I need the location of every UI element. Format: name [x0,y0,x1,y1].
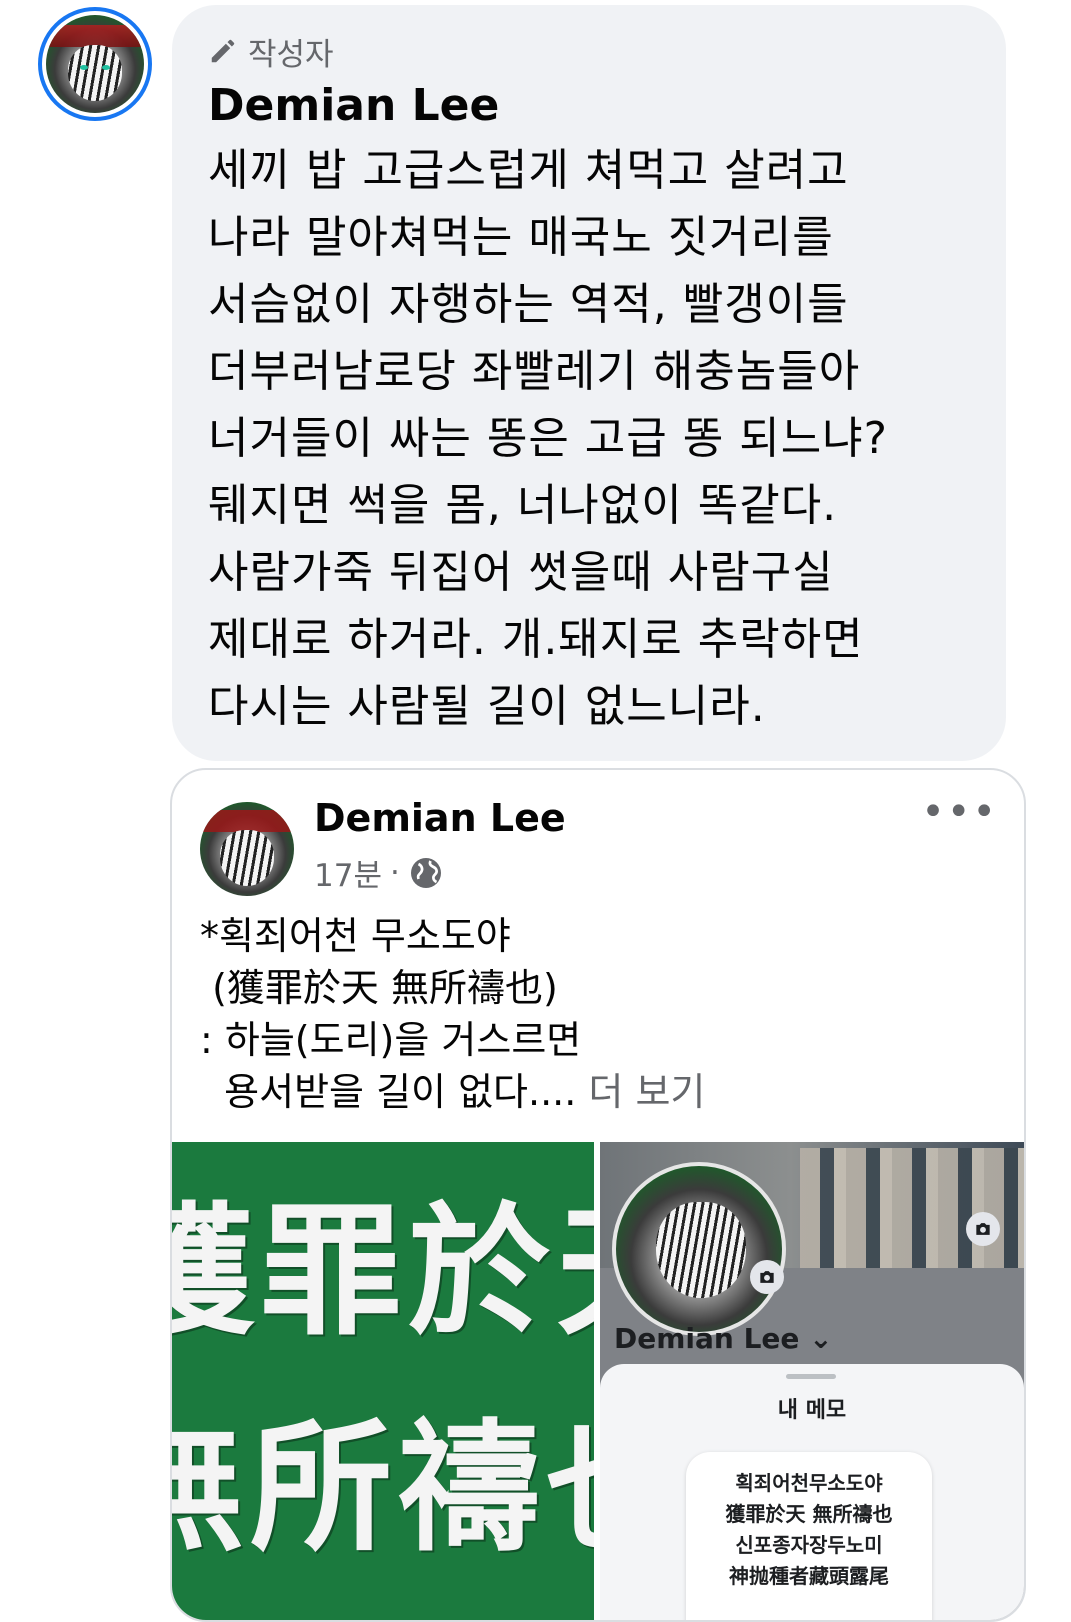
screenshot-profile-name: Demian Lee ⌄ [614,1322,833,1355]
note-line: 획죄어천무소도야 [735,1471,883,1495]
cover-photo-crowd [800,1148,1024,1268]
shared-post-card[interactable]: Demian Lee 17분 · ••• *획죄어천 무소도야 (獲罪於天 無所… [170,768,1026,1622]
hanja-line-2: 無所禱也 [172,1405,594,1571]
sheet-handle [786,1374,836,1379]
camera-icon [966,1212,1000,1246]
note-line: 獲罪於天 無所禱也 [725,1502,893,1526]
hanja-line-1: 獲罪於天 [172,1189,594,1355]
camera-icon [750,1260,784,1294]
profile-picture-large [612,1162,786,1336]
tiger-face [68,45,122,101]
meta-separator: · [389,854,400,891]
post-meta: 17분 · [314,850,444,895]
tiger-face [656,1202,746,1298]
memo-note-card: 획죄어천무소도야 獲罪於天 無所禱也 신포종자장두노미 神抛種者藏頭露尾 [686,1452,932,1620]
post-author-name[interactable]: Demian Lee [314,796,566,840]
author-badge: 작성자 [208,29,972,73]
more-options-icon[interactable]: ••• [921,792,998,832]
author-badge-label: 작성자 [248,36,334,73]
see-more-link[interactable]: 더 보기 [576,1070,705,1114]
note-line: 神抛種者藏頭露尾 [729,1564,889,1588]
tiger-profile-picture [46,15,144,113]
comment-author-name[interactable]: Demian Lee [208,79,972,133]
note-line: 신포종자장두노미 [735,1533,883,1557]
tiger-eye [102,65,110,70]
memo-sheet: 내 메모 획죄어천무소도야 獲罪於天 無所禱也 신포종자장두노미 神抛種者藏頭露… [600,1364,1024,1620]
tiger-eye [80,65,88,70]
comment-bubble: 작성자 Demian Lee 세끼 밥 고급스럽게 쳐먹고 살려고 나라 말아쳐… [172,5,1006,761]
memo-sheet-title: 내 메모 [777,1398,847,1423]
post-image-screenshot[interactable]: Demian Lee ⌄ 내 메모 획죄어천무소도야 獲罪於天 無所禱也 신포종… [600,1142,1024,1620]
post-image-calligraphy[interactable]: 獲罪於天 無所禱也 [172,1142,594,1620]
comment-text: 세끼 밥 고급스럽게 쳐먹고 살려고 나라 말아쳐먹는 매국노 짓거리를 서슴없… [208,145,889,732]
globe-icon [410,857,441,888]
tiger-face [220,830,274,886]
post-text: *획죄어천 무소도야 (獲罪於天 無所禱也) : 하늘(도리)을 거스르면 용서… [200,910,980,1118]
post-time[interactable]: 17분 [314,850,382,895]
pencil-icon [211,39,235,63]
post-author-avatar[interactable] [200,802,294,896]
commenter-avatar[interactable] [38,7,152,121]
post-body: *획죄어천 무소도야 (獲罪於天 無所禱也) : 하늘(도리)을 거스르면 용서… [200,914,582,1114]
